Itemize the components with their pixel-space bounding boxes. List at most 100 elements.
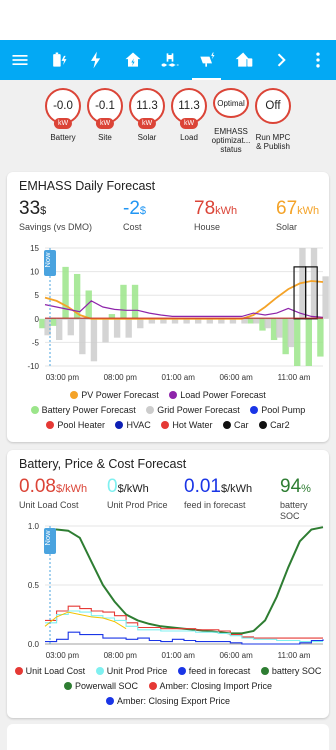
grid-bar: [113, 318, 121, 338]
badge-value: Optimal: [217, 98, 245, 108]
forecast-legend: PV Power Forecast Load Power Forecast Ba…: [7, 388, 329, 433]
legend-dot: [46, 421, 55, 429]
badge-value: -0.1: [95, 100, 115, 112]
legend-label: Amber: Closing Export Price: [116, 696, 231, 706]
menu-icon[interactable]: [0, 40, 41, 80]
y-tick-label: 0.0: [28, 640, 40, 649]
legend-unit-load-cost[interactable]: Unit Load Cost: [14, 664, 86, 678]
legend-unit-prod-price[interactable]: Unit Prod Price: [95, 664, 167, 678]
status-bar: [0, 0, 336, 40]
stat-name: Cost: [123, 222, 142, 232]
grid-bar: [322, 276, 329, 319]
top-toolbar: [0, 40, 336, 80]
legend-row: Battery Power Forecast Grid Power Foreca…: [7, 403, 329, 418]
legend-dot: [95, 667, 104, 675]
x-tick-label: 01:00 am: [162, 651, 196, 660]
stat-name: House: [194, 222, 221, 232]
badge-battery[interactable]: -0.0 kW Battery: [44, 88, 82, 154]
legend-dot: [105, 697, 114, 705]
badge-load[interactable]: 11.3 kW Load: [170, 88, 208, 154]
badge-circle: Optimal: [213, 88, 249, 118]
chevron-right-icon[interactable]: [262, 40, 299, 80]
home-lightning-icon[interactable]: [115, 40, 152, 80]
badge-solar[interactable]: 11.3 kW Solar: [128, 88, 166, 154]
legend-label: Unit Load Cost: [25, 666, 86, 676]
flash-icon[interactable]: [78, 40, 115, 80]
badge-unit: kW: [53, 118, 73, 129]
stat-unit-load-cost: 0.08$/kWh Unit Load Cost: [19, 476, 87, 511]
legend-dot: [177, 667, 186, 675]
grid-bar: [276, 318, 283, 338]
pool-icon[interactable]: [152, 40, 189, 80]
legend-load[interactable]: Load Power Forecast: [169, 388, 266, 402]
badge-emhass-status[interactable]: Optimal EMHASS optimizat... status: [212, 88, 250, 154]
legend-powerwall-soc[interactable]: Powerwall SOC: [63, 679, 138, 693]
stat-savings: 33$ Savings (vs DMO): [19, 198, 92, 233]
legend-grid[interactable]: Grid Power Forecast: [146, 403, 240, 417]
y-tick-label: 0: [35, 315, 40, 324]
legend-amber-import[interactable]: Amber: Closing Import Price: [148, 679, 273, 693]
legend-dot: [169, 391, 178, 399]
legend-dot: [14, 667, 23, 675]
grid-bar: [102, 318, 109, 343]
stat-number: 0.01: [184, 476, 221, 497]
legend-car[interactable]: Car: [223, 418, 249, 432]
legend-dot: [115, 421, 124, 429]
y-tick-label: 5: [35, 291, 40, 300]
legend-label: HVAC: [126, 420, 151, 430]
badge-label: Solar: [137, 133, 157, 142]
stat-unit: %: [301, 483, 311, 495]
battery-bar: [62, 266, 69, 319]
legend-battery-soc[interactable]: battery SOC: [260, 664, 321, 678]
legend-pool-heater[interactable]: Pool Heater: [46, 418, 105, 432]
legend-label: feed in forecast: [188, 666, 251, 676]
legend-hvac[interactable]: HVAC: [115, 418, 151, 432]
x-tick-label: 06:00 am: [219, 373, 253, 382]
stat-number: -2: [123, 198, 140, 219]
stat-value: 67kWh: [276, 198, 319, 222]
legend-label: Hot Water: [172, 420, 213, 430]
more-vert-icon[interactable]: [299, 40, 336, 80]
legend-label: Amber: Closing Import Price: [159, 681, 273, 691]
stat-unit: $/kWh: [220, 483, 253, 495]
stat-value: 0.01$/kWh: [184, 476, 252, 500]
legend-pv[interactable]: PV Power Forecast: [70, 388, 159, 402]
legend-pool-pump[interactable]: Pool Pump: [250, 403, 305, 417]
legend-car2[interactable]: Car2: [259, 418, 290, 432]
battery-bar: [317, 318, 324, 357]
price-card: Battery, Price & Cost Forecast 0.08$/kWh…: [7, 450, 329, 718]
legend-dot: [146, 406, 155, 414]
x-tick-label: 03:00 pm: [46, 373, 80, 382]
legend-battery[interactable]: Battery Power Forecast: [30, 403, 136, 417]
battery-bar: [305, 318, 312, 366]
stat-value: 78kWh: [194, 198, 237, 222]
badge-value: -0.0: [53, 100, 73, 112]
badge-label: Run MPC & Publish: [255, 133, 291, 151]
battery-bar: [131, 284, 139, 319]
stat-value: 0.08$/kWh: [19, 476, 87, 500]
battery-charging-icon[interactable]: [41, 40, 78, 80]
stat-cost: -2$ Cost: [123, 198, 146, 233]
badge-run-mpc[interactable]: Off Run MPC & Publish: [254, 88, 292, 154]
badge-site[interactable]: -0.1 kW Site: [86, 88, 124, 154]
grid-bar: [90, 318, 98, 362]
legend-dot: [223, 421, 232, 429]
grid-bar: [252, 318, 260, 324]
legend-dot: [70, 391, 79, 399]
home-battery-icon[interactable]: [225, 40, 262, 80]
now-label: Now: [43, 530, 52, 546]
solar-power-icon[interactable]: [188, 40, 225, 80]
legend-dot: [161, 421, 170, 429]
legend-row: Amber: Closing Export Price: [7, 694, 329, 709]
legend-hot-water[interactable]: Hot Water: [161, 418, 213, 432]
next-card: [7, 724, 329, 750]
now-label: Now: [43, 252, 52, 268]
legend-feed-in[interactable]: feed in forecast: [177, 664, 251, 678]
badges-row: -0.0 kW Battery -0.1 kW Site 11.3 kW Sol…: [0, 88, 336, 154]
stat-feed-in: 0.01$/kWh feed in forecast: [184, 476, 252, 511]
legend-label: PV Power Forecast: [81, 390, 159, 400]
badge-label: Site: [98, 133, 112, 142]
x-tick-label: 11:00 am: [278, 651, 311, 660]
badge-circle: 11.3 kW: [129, 88, 165, 129]
legend-amber-export[interactable]: Amber: Closing Export Price: [105, 694, 231, 708]
